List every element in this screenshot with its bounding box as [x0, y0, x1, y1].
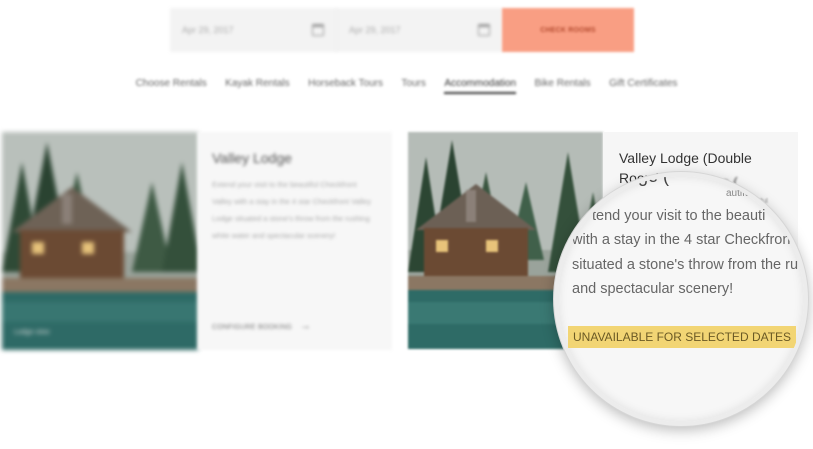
nav-item-accommodation[interactable]: Accommodation	[444, 78, 517, 94]
nav-item-gift-certificates[interactable]: Gift Certificates	[609, 78, 677, 89]
calendar-icon[interactable]	[312, 24, 324, 36]
unavailable-badge: UNAVAILABLE FOR SELECTED DATES	[568, 326, 797, 348]
magnified-text-fragment: autiful	[726, 188, 753, 199]
nav-item-choose-rentals[interactable]: Choose Rentals	[136, 78, 207, 89]
configure-booking-label: CONFIGURE BOOKING	[212, 324, 293, 331]
card-description: Extend your visit to the beautiful Check…	[212, 180, 371, 240]
nav-item-bike-rentals[interactable]: Bike Rentals	[534, 78, 590, 89]
card-title: Valley Lodge	[212, 150, 292, 166]
magnified-description-line: situated a stone's throw from the ru	[572, 257, 799, 273]
lodge-card-body: Valley Lodge Extend your visit to the be…	[198, 132, 392, 350]
category-nav: Choose Rentals Kayak Rentals Horseback T…	[0, 73, 813, 94]
lodge-scene-graphic	[2, 132, 198, 350]
nav-item-kayak-rentals[interactable]: Kayak Rentals	[225, 78, 289, 89]
date-to-field[interactable]: Apr 29, 2017	[336, 8, 502, 52]
calendar-icon[interactable]	[478, 24, 490, 36]
booking-bar: Apr 29, 2017 Apr 29, 2017 CHECK ROOMS	[170, 8, 634, 52]
image-caption: Lodge view	[14, 329, 50, 336]
lodge-photo[interactable]: Lodge view	[2, 132, 198, 350]
nav-item-horseback-tours[interactable]: Horseback Tours	[308, 78, 383, 89]
configure-booking-link[interactable]: CONFIGURE BOOKING →	[212, 320, 311, 332]
date-from-field[interactable]: Apr 29, 2017	[170, 8, 336, 52]
magnified-description-line: and spectacular scenery!	[572, 281, 734, 297]
magnified-description-line: tend your visit to the beauti	[592, 208, 766, 224]
check-rooms-button[interactable]: CHECK ROOMS	[502, 8, 634, 52]
magnified-description-line: with a stay in the 4 star Checkfron	[572, 232, 791, 248]
date-from-value: Apr 29, 2017	[182, 25, 234, 35]
magnifier-lens: odge ( autiful tend your visit to the be…	[554, 172, 808, 426]
date-to-value: Apr 29, 2017	[349, 25, 401, 35]
nav-item-tours[interactable]: Tours	[401, 78, 425, 89]
arrow-right-icon: →	[300, 320, 312, 332]
